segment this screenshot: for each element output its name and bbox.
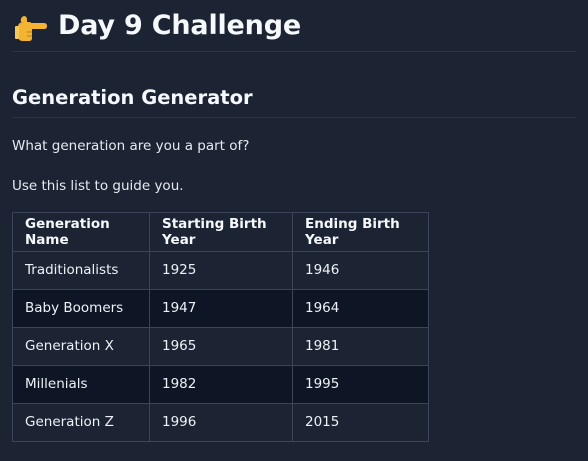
question-paragraph: What generation are you a part of?: [12, 138, 250, 155]
starting-year-cell: 1996: [149, 402, 293, 442]
starting-year-cell: 1925: [149, 250, 293, 290]
column-header-starting-birth-year: Starting Birth Year: [149, 211, 293, 252]
table-row: Generation X 1965 1981: [12, 326, 429, 366]
generation-table: Generation Name Starting Birth Year Endi…: [12, 211, 429, 442]
starting-year-cell: 1982: [149, 364, 293, 404]
challenge-heading: Day 9 Challenge: [12, 0, 576, 52]
section-title: Generation Generator: [12, 86, 253, 109]
generation-name-cell: Millenials: [12, 364, 150, 404]
pointing-hand-icon: [15, 14, 47, 42]
generation-name-cell: Generation X: [12, 326, 150, 366]
ending-year-cell: 1981: [292, 326, 429, 366]
generation-name-cell: Baby Boomers: [12, 288, 150, 328]
starting-year-cell: 1965: [149, 326, 293, 366]
column-header-generation-name: Generation Name: [12, 211, 150, 252]
column-header-ending-birth-year: Ending Birth Year: [292, 211, 429, 252]
page-title: Day 9 Challenge: [58, 10, 301, 41]
table-row: Traditionalists 1925 1946: [12, 250, 429, 290]
table-row: Baby Boomers 1947 1964: [12, 288, 429, 328]
starting-year-cell: 1947: [149, 288, 293, 328]
generation-name-cell: Generation Z: [12, 402, 150, 442]
section-heading: Generation Generator: [12, 86, 576, 119]
table-header-row: Generation Name Starting Birth Year Endi…: [12, 211, 429, 252]
markdown-content: Day 9 Challenge Generation Generator Wha…: [0, 0, 588, 442]
guide-paragraph: Use this list to guide you.: [12, 177, 184, 194]
ending-year-cell: 1946: [292, 250, 429, 290]
generation-name-cell: Traditionalists: [12, 250, 150, 290]
ending-year-cell: 1964: [292, 288, 429, 328]
table-row: Generation Z 1996 2015: [12, 402, 429, 442]
ending-year-cell: 1995: [292, 364, 429, 404]
ending-year-cell: 2015: [292, 402, 429, 442]
table-row: Millenials 1982 1995: [12, 364, 429, 404]
